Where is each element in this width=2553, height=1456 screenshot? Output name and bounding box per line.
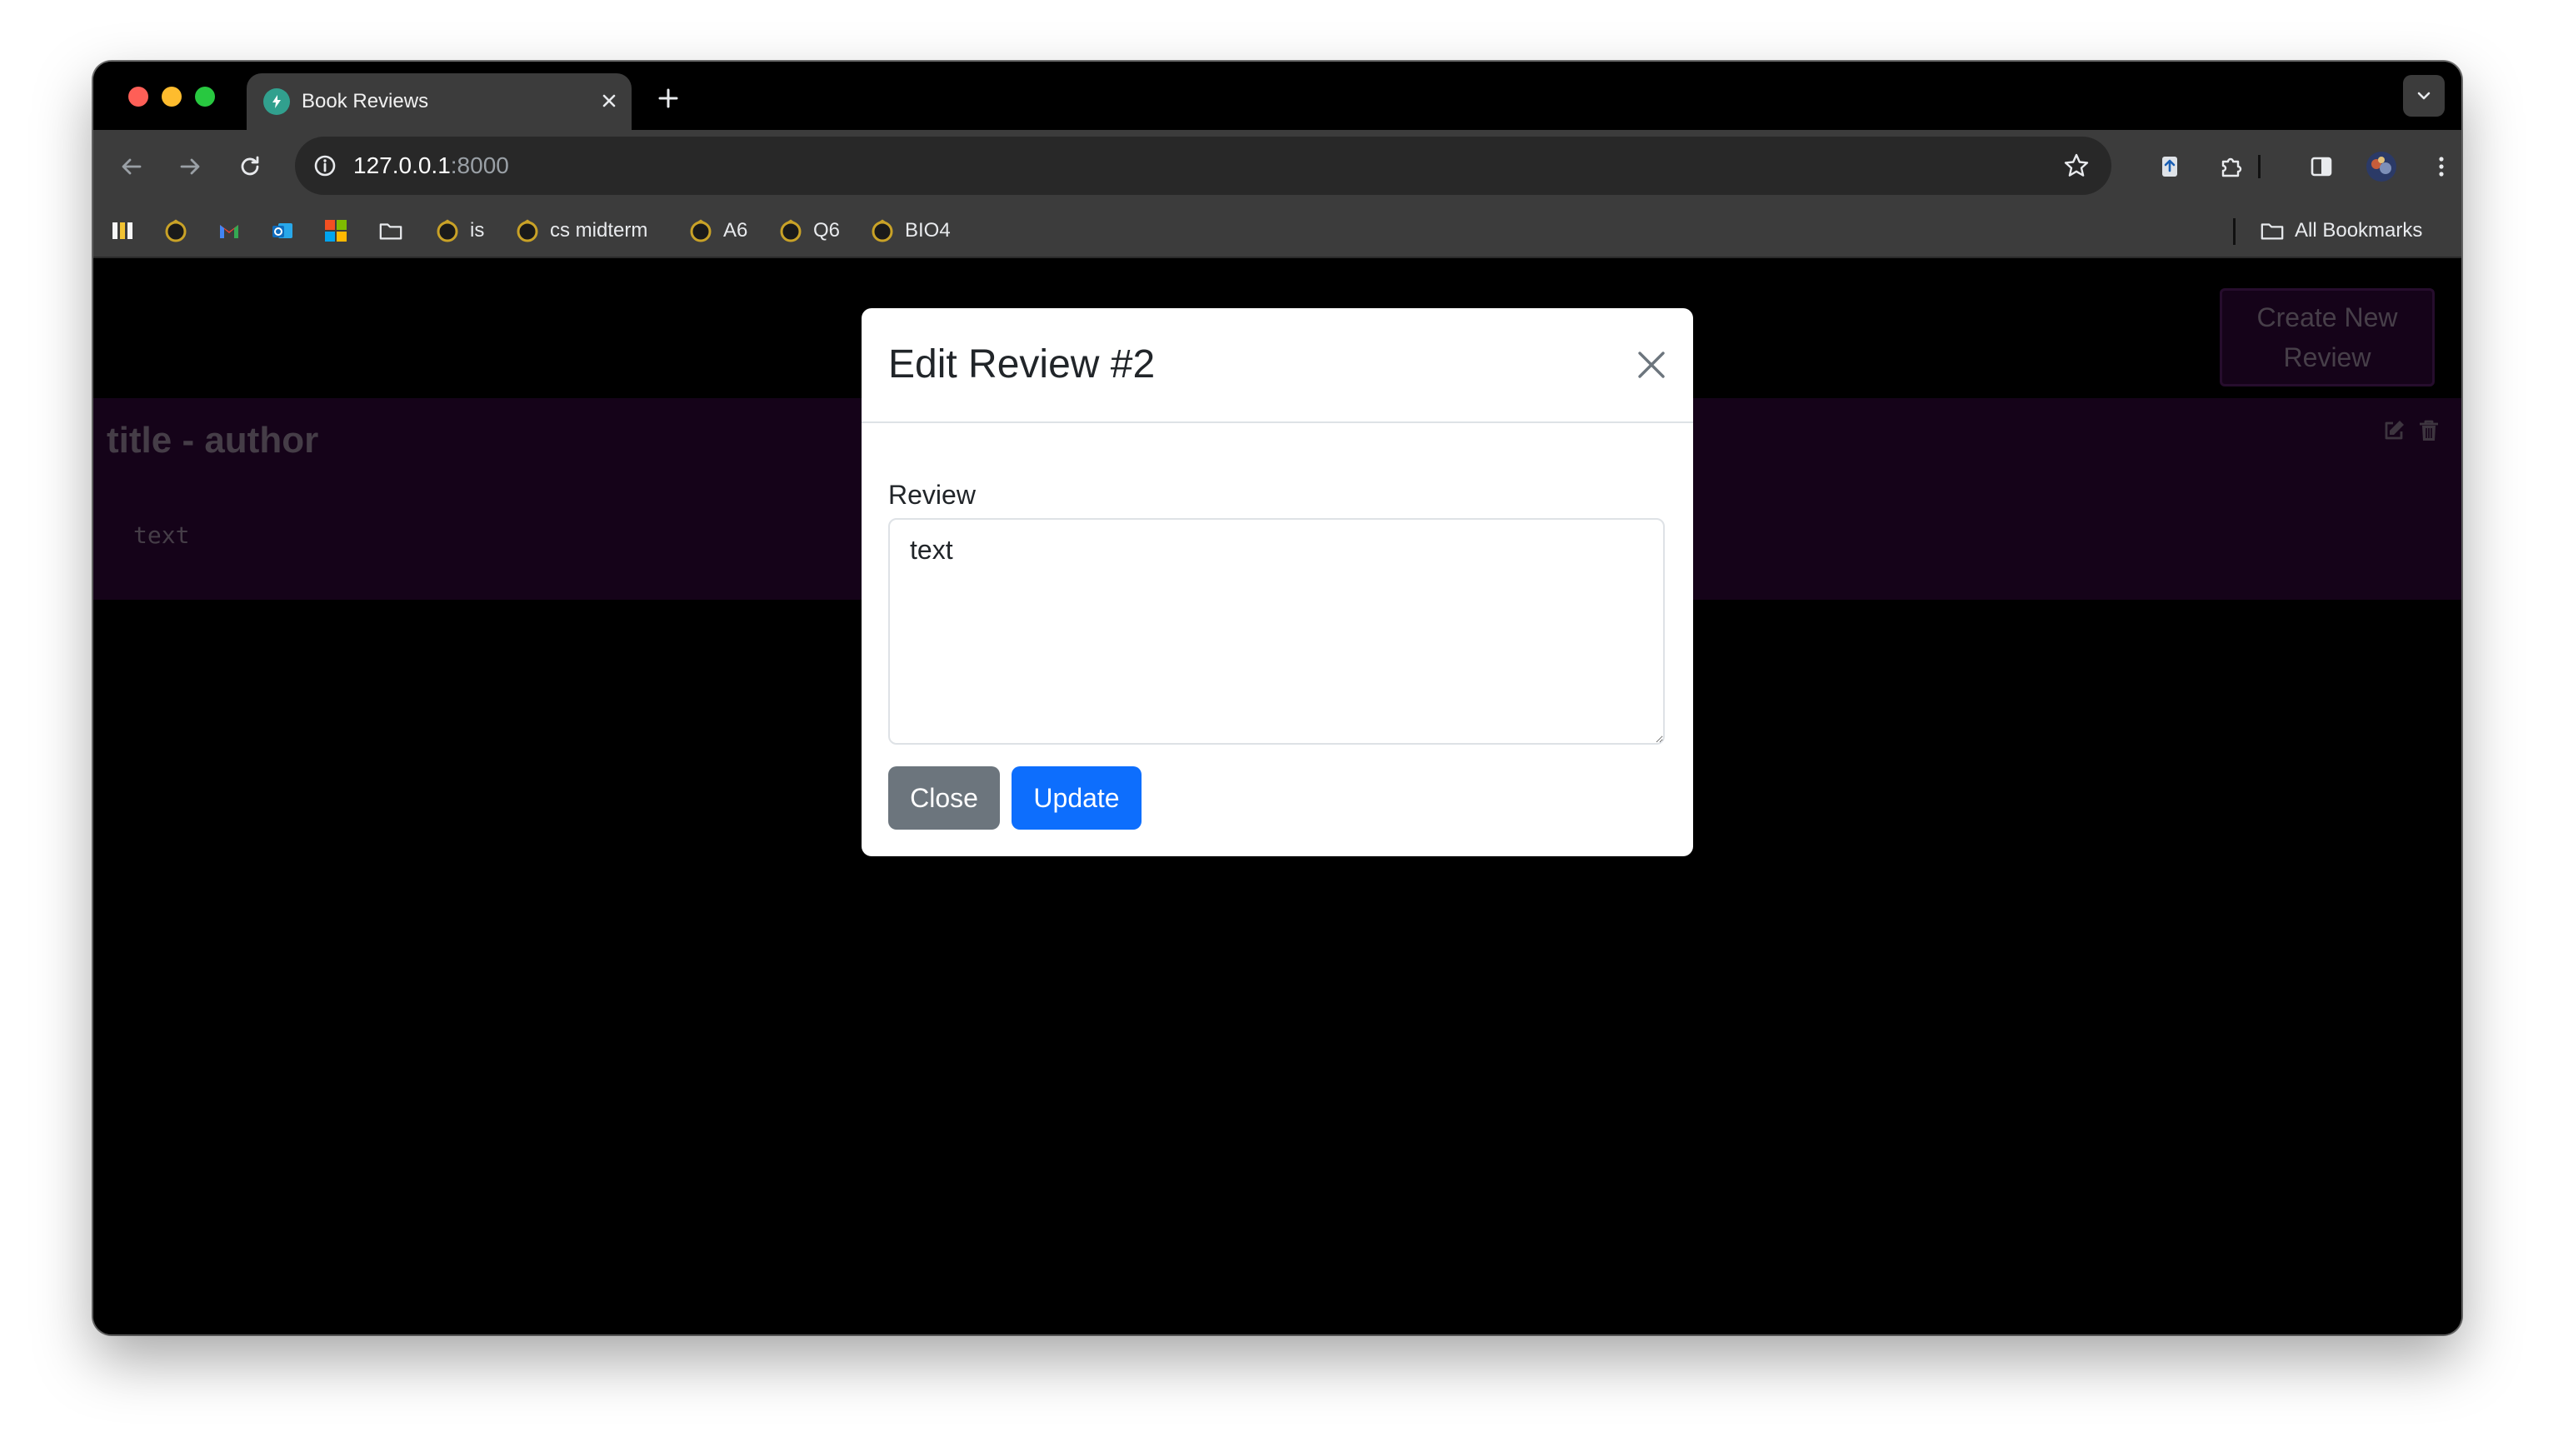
bookmark-globe-1[interactable]	[163, 214, 188, 247]
edit-review-modal: Edit Review #2 Review text Close Update	[862, 308, 1693, 856]
page-content: Create New Review title - author text Ed…	[93, 260, 2461, 1334]
bookmark-globe-icon	[778, 218, 803, 243]
bookmark-folder[interactable]	[378, 214, 403, 247]
tab-search-chevron-icon[interactable]	[2403, 75, 2445, 117]
bars-logo-icon	[110, 218, 135, 243]
bookmark-bars-logo[interactable]	[110, 214, 135, 247]
url-text: 127.0.0.1:8000	[353, 151, 509, 181]
bookmark-is[interactable]: is	[435, 214, 484, 247]
review-textarea[interactable]: text	[888, 518, 1665, 745]
modal-header: Edit Review #2	[862, 308, 1693, 423]
back-arrow-icon[interactable]	[113, 148, 150, 185]
bookmark-globe-icon	[435, 218, 460, 243]
new-tab-icon[interactable]	[650, 80, 687, 117]
bookmarks-bar: is cs midterm A6 Q6 BIO4 All Bookmarks	[93, 203, 2461, 258]
update-button[interactable]: Update	[1012, 766, 1142, 830]
bookmark-label: cs midterm	[550, 219, 648, 242]
bookmarks-separator	[2233, 218, 2236, 245]
browser-menu-icon[interactable]	[2423, 148, 2460, 185]
reload-icon[interactable]	[232, 148, 268, 185]
lightning-favicon-icon	[263, 88, 290, 115]
bookmark-bio4[interactable]: BIO4	[870, 214, 951, 247]
bookmark-globe-icon	[163, 218, 188, 243]
browser-toolbar: 127.0.0.1:8000	[93, 130, 2461, 203]
bookmark-cs-midterm[interactable]: cs midterm	[515, 214, 647, 247]
all-bookmarks[interactable]: All Bookmarks	[2260, 214, 2422, 247]
url-host: 127.0.0.1	[353, 152, 451, 178]
bookmark-label: Q6	[813, 219, 841, 242]
microsoft-icon	[323, 218, 348, 243]
bookmark-label: BIO4	[905, 219, 951, 242]
site-info-icon[interactable]	[310, 151, 340, 181]
address-bar[interactable]: 127.0.0.1:8000	[295, 137, 2111, 195]
profile-avatar-icon[interactable]	[2363, 148, 2400, 185]
all-bookmarks-label: All Bookmarks	[2295, 219, 2423, 242]
close-icon[interactable]	[1633, 347, 1670, 383]
review-field-label: Review	[888, 480, 976, 510]
bookmark-label: A6	[723, 219, 748, 242]
folder-icon	[378, 218, 403, 243]
extensions-puzzle-icon[interactable]	[2213, 148, 2250, 185]
bookmark-star-icon[interactable]	[2060, 149, 2093, 182]
folder-icon	[2260, 218, 2285, 243]
bookmark-a6[interactable]: A6	[688, 214, 747, 247]
bookmark-gmail[interactable]	[217, 214, 242, 247]
toolbar-separator	[2258, 155, 2261, 178]
window-maximize-icon[interactable]	[195, 87, 215, 107]
close-button[interactable]: Close	[888, 766, 1000, 830]
window-minimize-icon[interactable]	[162, 87, 182, 107]
bookmark-globe-icon	[515, 218, 540, 243]
bookmark-microsoft[interactable]	[323, 214, 348, 247]
tab-book-reviews[interactable]: Book Reviews	[247, 73, 632, 130]
gmail-icon	[217, 218, 242, 243]
tab-strip: Book Reviews	[93, 62, 2461, 130]
modal-title: Edit Review #2	[888, 342, 1156, 386]
side-panel-icon[interactable]	[2303, 148, 2340, 185]
bookmark-q6[interactable]: Q6	[778, 214, 840, 247]
tab-title: Book Reviews	[302, 90, 429, 112]
extension-share-icon[interactable]	[2151, 148, 2188, 185]
bookmark-outlook[interactable]	[270, 214, 295, 247]
tab-close-icon[interactable]	[595, 87, 623, 115]
bookmark-globe-icon	[870, 218, 895, 243]
outlook-icon	[270, 218, 295, 243]
forward-arrow-icon[interactable]	[172, 148, 208, 185]
bookmark-label: is	[470, 219, 485, 242]
browser-window: Book Reviews 127.0.0.1:8000 is cs midter…	[93, 62, 2461, 1334]
window-close-icon[interactable]	[128, 87, 148, 107]
bookmark-globe-icon	[688, 218, 713, 243]
url-port: :8000	[450, 152, 509, 178]
